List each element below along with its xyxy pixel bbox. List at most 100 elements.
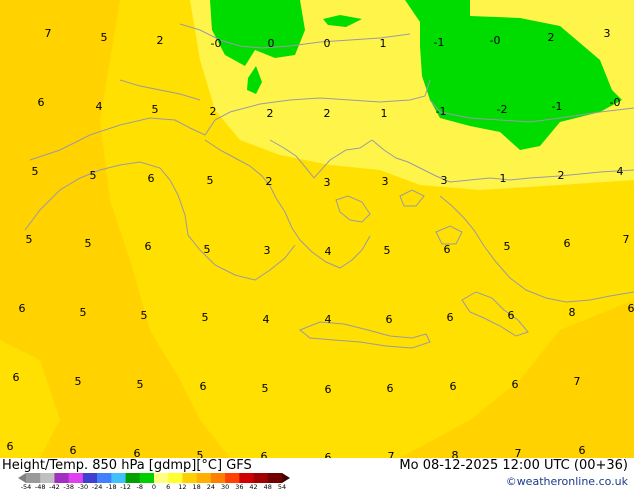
temp-label: 6	[447, 311, 454, 324]
temp-label: 5	[152, 103, 159, 116]
temp-label: 2	[210, 105, 217, 118]
temp-label: 1	[381, 107, 388, 120]
scale-swatch	[40, 473, 55, 483]
scale-swatch	[82, 473, 98, 483]
scale-swatch	[139, 473, 155, 483]
scale-tick-label: 48	[263, 483, 272, 490]
temp-label: 6	[19, 302, 26, 315]
scale-swatch	[267, 473, 283, 483]
temp-label: 5	[141, 309, 148, 322]
temp-label: 6	[134, 447, 141, 458]
temp-label: 5	[262, 382, 269, 395]
scale-swatch	[97, 473, 112, 483]
scale-tick-label: -42	[49, 483, 60, 490]
temp-label: 6	[386, 313, 393, 326]
temp-label: 4	[325, 313, 332, 326]
scale-tick-label: 30	[220, 483, 230, 490]
temperature-map: 7 5 2 -0 0 0 1 -1 -0 2 3 6 4 5 2 2 2 1 -…	[0, 0, 634, 458]
scale-swatch	[210, 473, 226, 483]
scale-swatch	[225, 473, 240, 483]
temp-label: 3	[441, 174, 448, 187]
temp-label: 3	[324, 176, 331, 189]
temp-label: 0	[324, 37, 331, 50]
temp-label: -2	[497, 103, 508, 116]
scale-tick-label: -48	[34, 483, 46, 490]
scale-swatch	[239, 473, 254, 483]
temp-label: 6	[38, 96, 45, 109]
scale-tick-label: -12	[120, 483, 131, 490]
temp-label: 6	[200, 380, 207, 393]
map-footer: Height/Temp. 850 hPa [gdmp][°C] GFS Mo 0…	[0, 458, 634, 490]
temp-label: 6	[325, 383, 332, 396]
temp-label: 6	[628, 302, 634, 315]
temp-label: 2	[267, 107, 274, 120]
scale-tick-label: 0	[151, 483, 157, 490]
scale-right-arrow	[282, 473, 290, 483]
temp-label: -0	[490, 34, 501, 47]
temp-label: 5	[504, 240, 511, 253]
temp-label: 2	[558, 169, 565, 182]
scale-left-arrow	[18, 473, 26, 483]
temp-label: -1	[552, 100, 563, 113]
temp-label: 0	[268, 37, 275, 50]
temp-label: 5	[85, 237, 92, 250]
temp-label: 3	[264, 244, 271, 257]
temp-label: 5	[137, 378, 144, 391]
scale-tick-label: 36	[235, 483, 244, 490]
scale-swatch	[111, 473, 126, 483]
scale-tick-label: -8	[136, 483, 144, 490]
scale-tick-label: -24	[91, 483, 103, 490]
temp-label: 7	[574, 375, 581, 388]
credit-link[interactable]: ©weatheronline.co.uk	[506, 475, 628, 488]
temp-label: 7	[45, 27, 52, 40]
temp-label: 5	[32, 165, 39, 178]
scale-tick-label: -18	[106, 483, 117, 490]
temp-label: 1	[380, 37, 387, 50]
scale-tick-label: -54	[20, 483, 32, 490]
temp-label: 5	[202, 311, 209, 324]
temp-label: 4	[325, 245, 332, 258]
temp-label: 2	[548, 31, 555, 44]
scale-tick-label: 42	[249, 483, 258, 490]
map-title: Height/Temp. 850 hPa [gdmp][°C] GFS	[2, 458, 252, 473]
temp-label: 6	[13, 371, 20, 384]
temp-label: 4	[96, 100, 103, 113]
temp-label: 6	[450, 380, 457, 393]
scale-tick-label: 24	[206, 483, 216, 490]
temp-label: 6	[261, 450, 268, 458]
scale-tick-label: -30	[77, 483, 89, 490]
temp-label: 5	[26, 233, 33, 246]
scale-tick-label: 6	[166, 483, 171, 490]
scale-swatch	[54, 473, 69, 483]
temp-label: 6	[444, 243, 451, 256]
temp-label: -0	[610, 96, 621, 109]
scale-swatch	[196, 473, 212, 483]
temp-label: 2	[324, 107, 331, 120]
temp-label: 8	[452, 449, 459, 458]
temp-label: 4	[617, 165, 624, 178]
temp-label: 3	[604, 27, 611, 40]
scale-tick-label: 12	[178, 483, 187, 490]
temp-label: 6	[145, 240, 152, 253]
temp-label: 3	[382, 175, 389, 188]
temp-label: 6	[512, 378, 519, 391]
scale-swatch	[154, 473, 169, 483]
scale-swatch	[68, 473, 84, 483]
temp-label: -0	[211, 37, 222, 50]
scale-tick-label: -38	[63, 483, 74, 490]
temp-label: 5	[207, 174, 214, 187]
temp-label: -1	[436, 105, 447, 118]
temp-label: 6	[148, 172, 155, 185]
color-scale-bar	[18, 473, 290, 483]
scale-swatch	[26, 473, 41, 483]
scale-swatch	[125, 473, 141, 483]
temp-label: 5	[90, 169, 97, 182]
temp-label: 5	[204, 243, 211, 256]
temp-label: 2	[157, 34, 164, 47]
scale-tick-label: 18	[192, 483, 201, 490]
weather-map-view: 7 5 2 -0 0 0 1 -1 -0 2 3 6 4 5 2 2 2 1 -…	[0, 0, 634, 490]
scale-swatch	[253, 473, 269, 483]
temp-label: 6	[579, 444, 586, 457]
temp-label: 1	[500, 172, 507, 185]
temp-label: 8	[569, 306, 576, 319]
